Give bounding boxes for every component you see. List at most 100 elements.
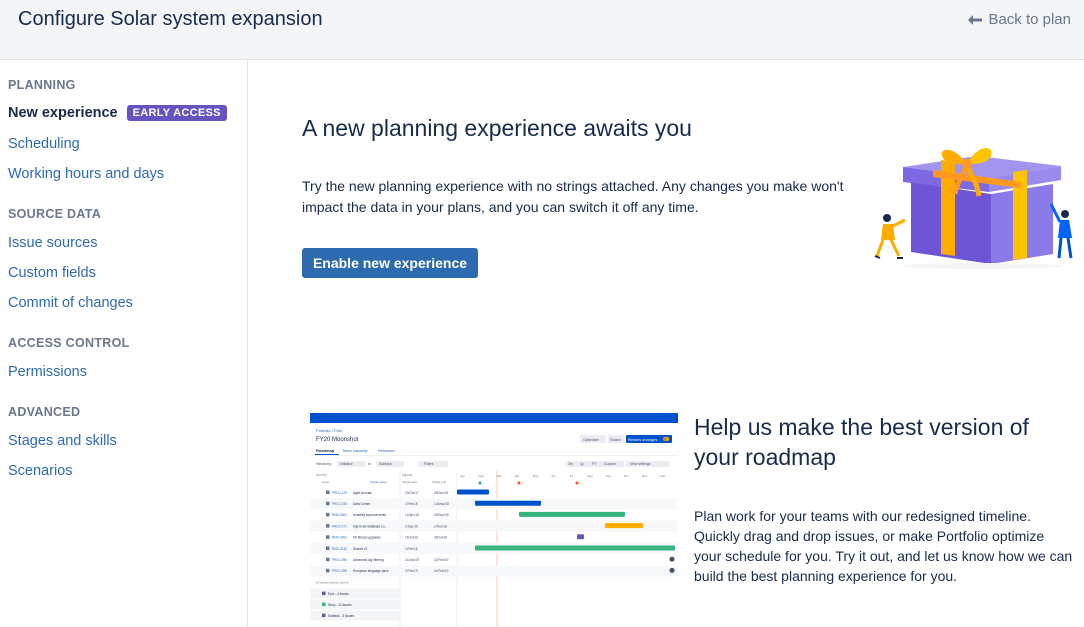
preview-issue-type-icon [326, 490, 330, 494]
preview-row: PROJ-245 Data Center 1/Feb/18 10/May/18 [310, 498, 678, 510]
section-heading-planning: PLANNING [8, 78, 76, 92]
enable-new-experience-button[interactable]: Enable new experience [302, 248, 478, 278]
preview-issue-key: PROJ-123 [332, 491, 347, 495]
preview-col-issue: Issue [322, 480, 330, 484]
preview-issue-key: PROJ-245 [332, 502, 347, 506]
back-to-plan-link[interactable]: Back to plan [968, 11, 1071, 28]
preview-review-count: 8 [665, 437, 667, 441]
preview-month-label: Jan [460, 474, 465, 478]
preview-col-scope: SCOPE [316, 473, 327, 477]
section-heading-source-data: SOURCE DATA [8, 207, 102, 221]
preview-issue-start: 1/Feb/18 [405, 547, 418, 551]
preview-create-issue: Create issue [370, 480, 387, 484]
preview-row: PROJ-123 Agile at scale 20/Oct/17 28/Jan/18 [326, 489, 489, 495]
preview-issue-start: 1/Feb/18 [405, 502, 418, 506]
preview-month-label: Aug [587, 474, 593, 478]
preview-issue-key: RND-3133 [332, 547, 347, 551]
preview-row: PROJ-395 European language pack 2/Feb/19 31… [310, 565, 678, 577]
sidebar-item-scheduling[interactable]: Scheduling [8, 136, 80, 152]
preview-issue-end: 31/Feb/19 [434, 569, 449, 573]
main-content: A new planning experience awaits you Try… [249, 60, 1084, 627]
preview-col-target-start: Target start [402, 480, 417, 484]
preview-issue-title: Usability improvements [353, 513, 386, 517]
preview-issue-start: 1/Sep/18 [405, 524, 418, 528]
preview-month-label: Jun [551, 474, 556, 478]
experience-heading: A new planning experience awaits you [302, 115, 692, 141]
preview-issue-key: RND-3391 [332, 536, 347, 540]
preview-hierarchy-to-word: to [368, 462, 371, 466]
preview-tab-capacity: Team capacity [342, 448, 368, 453]
preview-issue-end: 28/Jul/18 [434, 536, 447, 540]
preview-timeline-bar [519, 511, 625, 517]
preview-zoom-3m: 3m [568, 462, 573, 466]
preview-issue-key: RND-3002 [332, 513, 347, 517]
preview-tab-roadmap: Roadmap [316, 448, 335, 453]
preview-offscreen-indicator [669, 567, 675, 573]
preview-issue-title: FE library upgrades [353, 536, 381, 540]
preview-timeline-bar [605, 523, 643, 529]
sidebar-item-stages-and-skills[interactable]: Stages and skills [8, 433, 117, 449]
preview-group-icon [322, 602, 326, 607]
sidebar-item-scenarios[interactable]: Scenarios [8, 463, 72, 479]
preview-plan-title: FY20 Moonshot [316, 437, 359, 443]
preview-row: PROJ-396 Advanced log filtering 14/Jan/19 3… [326, 556, 675, 562]
sidebar-item-permissions[interactable]: Permissions [8, 364, 87, 380]
preview-issue-type-icon [326, 512, 330, 517]
preview-group-label: Epic - 4 issues [328, 592, 349, 596]
preview-timeline-bar [475, 500, 541, 506]
sidebar-item-custom-fields[interactable]: Custom fields [8, 265, 96, 281]
preview-month-label: Jul [569, 474, 573, 478]
preview-issue-end: 30/Sep/18 [434, 513, 449, 517]
preview-without-parent: 19 issues without parent [316, 581, 349, 585]
preview-issue-type-icon [326, 524, 330, 528]
preview-milestone [478, 481, 482, 485]
section-heading-access-control: ACCESS CONTROL [8, 336, 130, 350]
preview-zoom-fy: FY [592, 462, 597, 466]
preview-row: RND-3391 FE library upgrades 16/Jul/18 28/J… [326, 534, 584, 540]
section-heading-advanced: ADVANCED [8, 405, 81, 419]
sidebar-item-new-experience[interactable]: New experience EARLY ACCESS [8, 105, 227, 121]
gift-illustration [874, 147, 1073, 269]
preview-issue-type-icon [326, 546, 330, 550]
preview-issue-type-icon [326, 557, 330, 562]
preview-issue-title: Data Center [353, 502, 371, 506]
preview-issue-title: Agile at scale [353, 491, 372, 495]
preview-optimize-button: Optimize [583, 437, 600, 442]
preview-milestone [517, 481, 521, 485]
preview-issue-title: Search v2 [353, 547, 368, 551]
early-access-badge: EARLY ACCESS [126, 105, 227, 121]
sidebar-item-issue-sources[interactable]: Issue sources [8, 235, 97, 251]
back-arrow-icon [968, 14, 983, 25]
preview-timeline-bar [577, 534, 584, 540]
preview-timeline-bar [475, 545, 675, 551]
back-to-plan-label: Back to plan [988, 11, 1071, 28]
preview-col-target-end: Target end [432, 480, 447, 484]
preview-issue-key: PROJ-396 [332, 558, 347, 562]
preview-hierarchy-from: Initiative [340, 462, 353, 466]
settings-sidebar: PLANNING New experience EARLY ACCESS Sch… [0, 60, 248, 627]
preview-issue-title: Advanced log filtering [353, 558, 384, 562]
preview-issue-type-icon [326, 501, 330, 506]
sidebar-item-commit-of-changes[interactable]: Commit of changes [8, 295, 133, 311]
preview-issue-rows: PROJ-123 Agile at scale 20/Oct/17 28/Jan/18… [310, 489, 678, 621]
preview-issue-title: European language pack [353, 569, 389, 573]
preview-month-labels: Jan Feb Mar Apr May Jun Jul Aug Sep Oct Nov Dec [460, 474, 666, 485]
preview-issue-end: 28/Jan/18 [434, 491, 448, 495]
preview-issue-end: 10/May/18 [434, 502, 449, 506]
sidebar-item-working-hours[interactable]: Working hours and days [8, 166, 164, 182]
preview-issue-start: 2/Feb/19 [405, 569, 418, 573]
preview-zoom-custom: Custom [604, 462, 616, 466]
preview-issue-start: 20/Oct/17 [405, 491, 419, 495]
preview-row: RND-3002 Usability improvements 14/Apr/18 3… [326, 511, 625, 517]
preview-offscreen-indicator [669, 556, 675, 562]
page-header: Configure Solar system expansion Back to… [0, 0, 1084, 60]
preview-issue-type-icon [326, 535, 330, 539]
roadmap-heading: Help us make the best version of your ro… [694, 414, 1029, 470]
preview-month-label: Feb [478, 474, 484, 478]
preview-month-label: May [533, 474, 539, 478]
page-title: Configure Solar system expansion [18, 8, 323, 30]
roadmap-description: Plan work for your teams with our redesi… [694, 508, 1073, 584]
preview-view-settings: View settings [630, 462, 651, 466]
preview-issue-start: 14/Jan/19 [405, 558, 419, 562]
preview-breadcrumb: Portfolio / Plan [316, 428, 342, 433]
